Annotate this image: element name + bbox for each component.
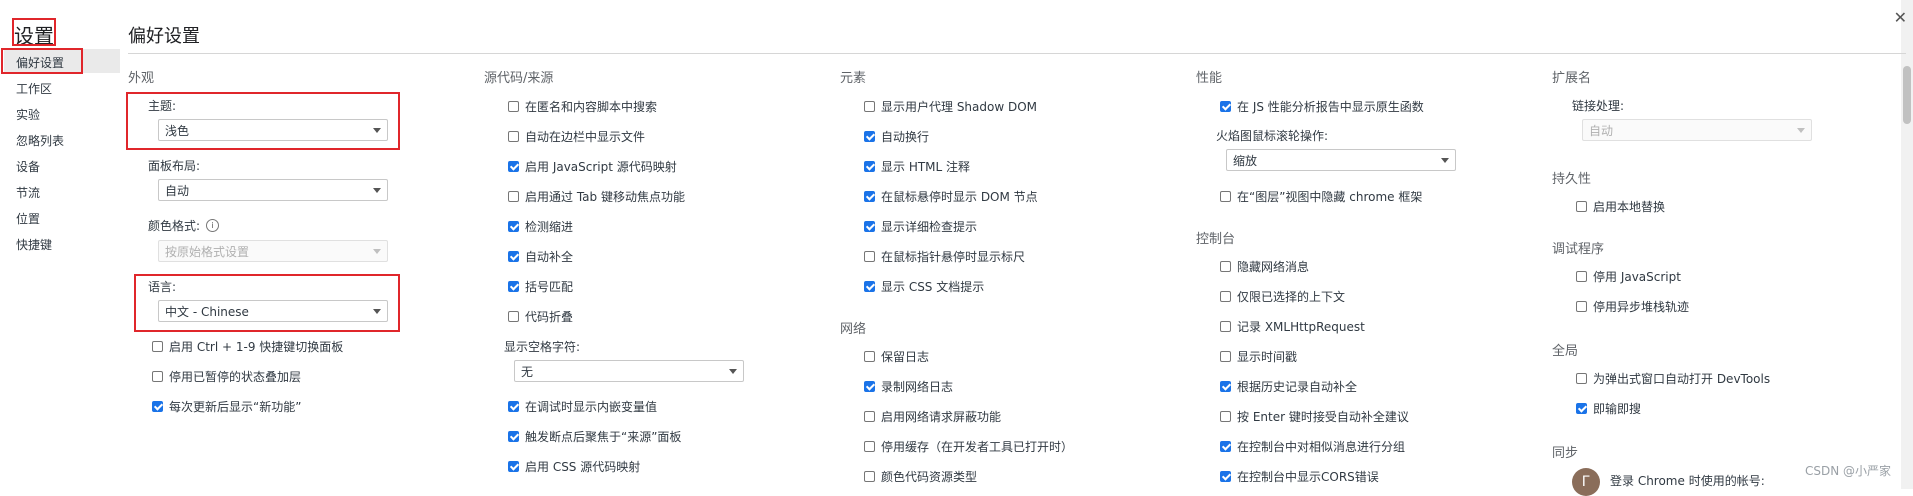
color-format-select: 按原始格式设置 bbox=[158, 240, 388, 262]
checkbox-disable-async-stack[interactable]: 停用异步堆栈轨迹 bbox=[1576, 298, 1689, 315]
chevron-down-icon bbox=[1797, 127, 1805, 133]
checkbox-rulers[interactable]: 在鼠标指针悬停时显示标尺 bbox=[864, 248, 1025, 265]
sidebar-item-ignore-list[interactable]: 忽略列表 bbox=[16, 132, 64, 149]
checkbox-focus-sources[interactable]: 触发断点后聚焦于“来源”面板 bbox=[508, 428, 681, 445]
language-label: 语言: bbox=[148, 280, 177, 294]
chevron-down-icon bbox=[729, 368, 737, 374]
checkbox-enter-accept[interactable]: 按 Enter 键时接受自动补全建议 bbox=[1220, 408, 1409, 425]
checkbox-color-resource-types[interactable]: 颜色代码资源类型 bbox=[864, 468, 977, 485]
checkbox-detect-indent[interactable]: 检测缩进 bbox=[508, 218, 573, 235]
section-persistence: 持久性 bbox=[1552, 172, 1592, 187]
divider bbox=[128, 53, 1906, 54]
watermark: CSDN @小严家 bbox=[1804, 464, 1891, 478]
checkbox-disable-cache[interactable]: 停用缓存（在开发者工具已打开时） bbox=[864, 438, 1073, 455]
checkbox-disable-js[interactable]: 停用 JavaScript bbox=[1576, 268, 1681, 285]
checkbox-search-anon[interactable]: 在匿名和内容脚本中搜索 bbox=[508, 98, 657, 115]
flamechart-label: 火焰图鼠标滚轮操作: bbox=[1216, 129, 1329, 143]
section-console: 控制台 bbox=[1196, 232, 1236, 247]
chevron-down-icon bbox=[373, 308, 381, 314]
checkbox-cors-errors[interactable]: 在控制台中显示CORS错误 bbox=[1220, 468, 1379, 485]
checkbox-hide-chrome-frame[interactable]: 在“图层”视图中隐藏 chrome 框架 bbox=[1220, 188, 1422, 205]
scrollbar-thumb[interactable] bbox=[1903, 66, 1911, 124]
checkbox-css-sourcemaps[interactable]: 启用 CSS 源代码映射 bbox=[508, 458, 640, 475]
sidebar-item-throttling[interactable]: 节流 bbox=[16, 184, 40, 201]
section-debugger: 调试程序 bbox=[1552, 242, 1605, 257]
checkbox-code-folding[interactable]: 代码折叠 bbox=[508, 308, 573, 325]
section-extensions: 扩展名 bbox=[1552, 71, 1592, 86]
checkbox-record-network[interactable]: 录制网络日志 bbox=[864, 378, 953, 395]
checkbox-detailed-tooltips[interactable]: 显示详细检查提示 bbox=[864, 218, 977, 235]
chevron-down-icon bbox=[373, 127, 381, 133]
chevron-down-icon bbox=[373, 187, 381, 193]
sidebar-item-shortcuts[interactable]: 快捷键 bbox=[16, 236, 52, 253]
sidebar-item-devices[interactable]: 设备 bbox=[16, 158, 40, 175]
checkbox-request-blocking[interactable]: 启用网络请求屏蔽功能 bbox=[864, 408, 1001, 425]
sidebar-item-locations[interactable]: 位置 bbox=[16, 210, 40, 227]
sidebar-item-experiments[interactable]: 实验 bbox=[16, 106, 40, 123]
section-sources: 源代码/来源 bbox=[484, 71, 554, 86]
sidebar-title: 设置 bbox=[14, 24, 54, 48]
checkbox-auto-reveal[interactable]: 自动在边栏中显示文件 bbox=[508, 128, 645, 145]
checkbox-hide-network[interactable]: 隐藏网络消息 bbox=[1220, 258, 1309, 275]
checkbox-auto-open-devtools[interactable]: 为弹出式窗口自动打开 DevTools bbox=[1576, 370, 1770, 387]
chevron-down-icon bbox=[1441, 157, 1449, 163]
checkbox-group-similar[interactable]: 在控制台中对相似消息进行分组 bbox=[1220, 438, 1405, 455]
section-sync: 同步 bbox=[1552, 446, 1579, 461]
checkbox-search-as-type[interactable]: 即输即搜 bbox=[1576, 400, 1641, 417]
theme-select[interactable]: 浅色 bbox=[158, 119, 388, 141]
checkbox-bracket-match[interactable]: 括号匹配 bbox=[508, 278, 573, 295]
sidebar-item-workspace[interactable]: 工作区 bbox=[16, 80, 52, 97]
checkbox-html-comments[interactable]: 显示 HTML 注释 bbox=[864, 158, 970, 175]
section-appearance: 外观 bbox=[128, 71, 155, 86]
whitespace-select[interactable]: 无 bbox=[514, 360, 744, 382]
flamechart-select[interactable]: 缩放 bbox=[1226, 149, 1456, 171]
chevron-down-icon bbox=[373, 248, 381, 254]
checkbox-log-xhr[interactable]: 记录 XMLHttpRequest bbox=[1220, 318, 1365, 335]
close-icon[interactable]: ✕ bbox=[1894, 8, 1907, 27]
section-global: 全局 bbox=[1552, 344, 1579, 359]
checkbox-tab-focus[interactable]: 启用通过 Tab 键移动焦点功能 bbox=[508, 188, 685, 205]
checkbox-selected-context[interactable]: 仅限已选择的上下文 bbox=[1220, 288, 1345, 305]
checkbox-ctrl-shortcuts[interactable]: 启用 Ctrl + 1-9 快捷键切换面板 bbox=[152, 338, 343, 355]
section-network: 网络 bbox=[840, 322, 867, 337]
checkbox-css-docs[interactable]: 显示 CSS 文档提示 bbox=[864, 278, 984, 295]
checkbox-history-autocomplete[interactable]: 根据历史记录自动补全 bbox=[1220, 378, 1357, 395]
sidebar-item-preferences[interactable]: 偏好设置 bbox=[16, 54, 64, 71]
checkbox-native-functions[interactable]: 在 JS 性能分析报告中显示原生函数 bbox=[1220, 98, 1424, 115]
checkbox-local-overrides[interactable]: 启用本地替换 bbox=[1576, 198, 1665, 215]
info-icon[interactable]: i bbox=[206, 219, 220, 232]
whitespace-label: 显示空格字符: bbox=[504, 340, 581, 354]
section-elements: 元素 bbox=[840, 71, 867, 86]
avatar: Г bbox=[1572, 468, 1600, 496]
panel-layout-select[interactable]: 自动 bbox=[158, 179, 388, 201]
checkbox-shadow-dom[interactable]: 显示用户代理 Shadow DOM bbox=[864, 98, 1037, 115]
link-handling-select: 自动 bbox=[1582, 119, 1812, 141]
link-handling-label: 链接处理: bbox=[1572, 99, 1625, 113]
theme-label: 主题: bbox=[148, 99, 177, 113]
panel-layout-label: 面板布局: bbox=[148, 159, 201, 173]
checkbox-hover-dom[interactable]: 在鼠标悬停时显示 DOM 节点 bbox=[864, 188, 1038, 205]
checkbox-whats-new[interactable]: 每次更新后显示“新功能” bbox=[152, 398, 301, 415]
sync-account-text: 登录 Chrome 时使用的帐号: bbox=[1610, 474, 1765, 488]
checkbox-js-sourcemaps[interactable]: 启用 JavaScript 源代码映射 bbox=[508, 158, 677, 175]
color-format-label: 颜色格式: i bbox=[148, 217, 220, 234]
language-select[interactable]: 中文 - Chinese bbox=[158, 300, 388, 322]
section-performance: 性能 bbox=[1196, 71, 1223, 86]
checkbox-autocomplete[interactable]: 自动补全 bbox=[508, 248, 573, 265]
checkbox-word-wrap[interactable]: 自动换行 bbox=[864, 128, 929, 145]
page-title: 偏好设置 bbox=[128, 26, 200, 47]
checkbox-inline-values[interactable]: 在调试时显示内嵌变量值 bbox=[508, 398, 657, 415]
checkbox-timestamps[interactable]: 显示时间戳 bbox=[1220, 348, 1297, 365]
checkbox-preserve-log[interactable]: 保留日志 bbox=[864, 348, 929, 365]
checkbox-paused-overlay[interactable]: 停用已暂停的状态叠加层 bbox=[152, 368, 301, 385]
